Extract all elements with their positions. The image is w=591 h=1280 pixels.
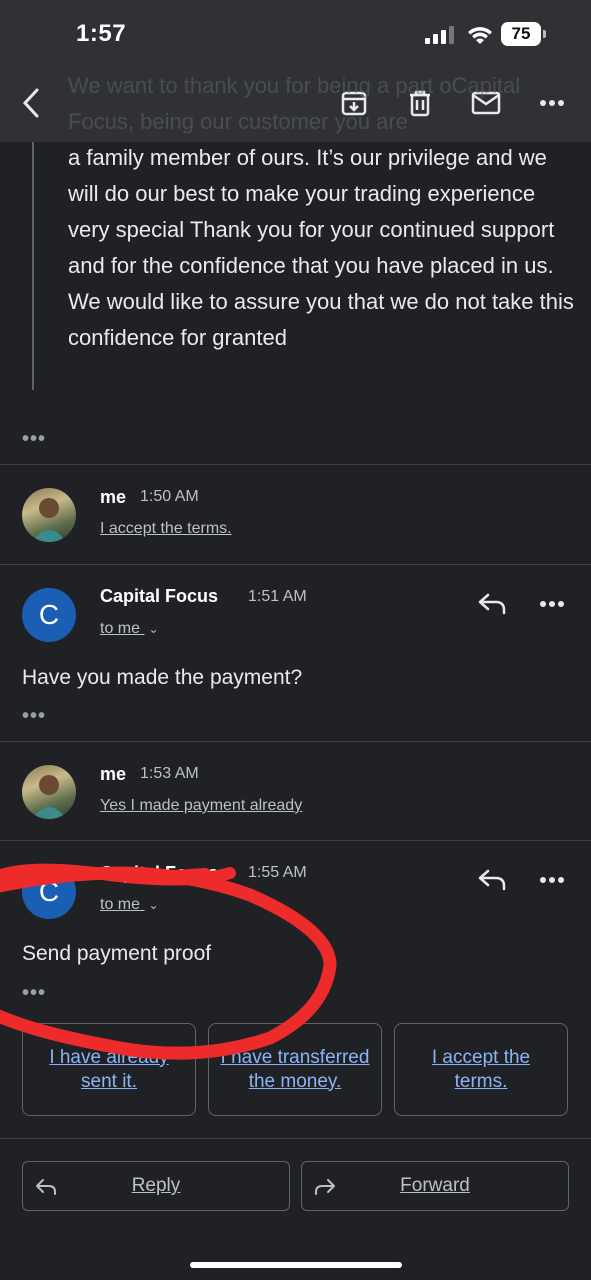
show-trimmed-content-button[interactable]: ••• (22, 705, 46, 728)
message-body: Send payment proof (22, 942, 212, 965)
smart-reply-label: I accept the terms. (431, 1046, 531, 1092)
message-body: Have you made the payment? (22, 666, 303, 689)
show-trimmed-content-button[interactable]: ••• (22, 428, 46, 451)
show-trimmed-content-button[interactable]: ••• (22, 982, 46, 1005)
smart-reply-button[interactable]: I have already sent it. (22, 1023, 196, 1116)
quoted-message-text: a family member of ours. It’s our privil… (68, 145, 574, 350)
reply-icon[interactable] (474, 586, 510, 622)
recipient-label: to me (100, 620, 141, 637)
sender-name: me (100, 764, 127, 784)
more-horizontal-icon[interactable] (534, 586, 570, 622)
back-arrow-icon[interactable] (14, 86, 48, 120)
message-snippet[interactable]: Yes I made payment already (100, 797, 302, 815)
divider (0, 564, 591, 565)
status-time: 1:57 (76, 20, 127, 47)
smart-reply-label: I have transferred the money. (220, 1046, 370, 1092)
forward-button[interactable]: Forward (301, 1161, 569, 1211)
avatar: C (22, 865, 76, 919)
avatar (22, 488, 76, 542)
cellular-signal-icon (425, 26, 454, 44)
sender-name: Capital Focus (100, 586, 219, 606)
home-indicator (190, 1262, 402, 1268)
smart-reply-button[interactable]: I accept the terms. (394, 1023, 568, 1116)
avatar: C (22, 588, 76, 642)
message-time: 1:55 AM (248, 864, 307, 881)
reply-icon[interactable] (474, 862, 510, 898)
reply-button[interactable]: Reply (22, 1161, 290, 1211)
message-snippet[interactable]: I accept the terms. (100, 520, 232, 538)
recipient-label: to me (100, 896, 141, 913)
message-time: 1:50 AM (140, 488, 199, 505)
reply-label: Reply (131, 1175, 181, 1196)
quote-bar (32, 142, 34, 390)
divider (0, 464, 591, 465)
archive-icon[interactable] (337, 86, 371, 120)
divider (0, 741, 591, 742)
smart-reply-button[interactable]: I have transferred the money. (208, 1023, 382, 1116)
smart-reply-label: I have already sent it. (49, 1046, 169, 1092)
mail-icon[interactable] (469, 86, 503, 120)
trash-icon[interactable] (403, 86, 437, 120)
message-time: 1:53 AM (140, 765, 199, 782)
chevron-down-icon: ⌄ (148, 622, 159, 636)
top-bar: 1:57 75 (0, 0, 591, 142)
battery-indicator: 75 (501, 22, 541, 46)
message-time: 1:51 AM (248, 588, 307, 605)
forward-label: Forward (400, 1175, 470, 1196)
recipient-details-toggle[interactable]: to me ⌄ (100, 620, 159, 638)
more-horizontal-icon[interactable] (534, 862, 570, 898)
divider (0, 1138, 591, 1139)
wifi-icon (468, 27, 492, 44)
recipient-details-toggle[interactable]: to me ⌄ (100, 896, 159, 914)
chevron-down-icon: ⌄ (148, 898, 159, 912)
battery-tip (543, 30, 546, 38)
sender-name: Capital Focus (100, 863, 219, 883)
divider (0, 840, 591, 841)
sender-name: me (100, 487, 127, 507)
more-horizontal-icon[interactable] (535, 86, 569, 120)
avatar (22, 765, 76, 819)
